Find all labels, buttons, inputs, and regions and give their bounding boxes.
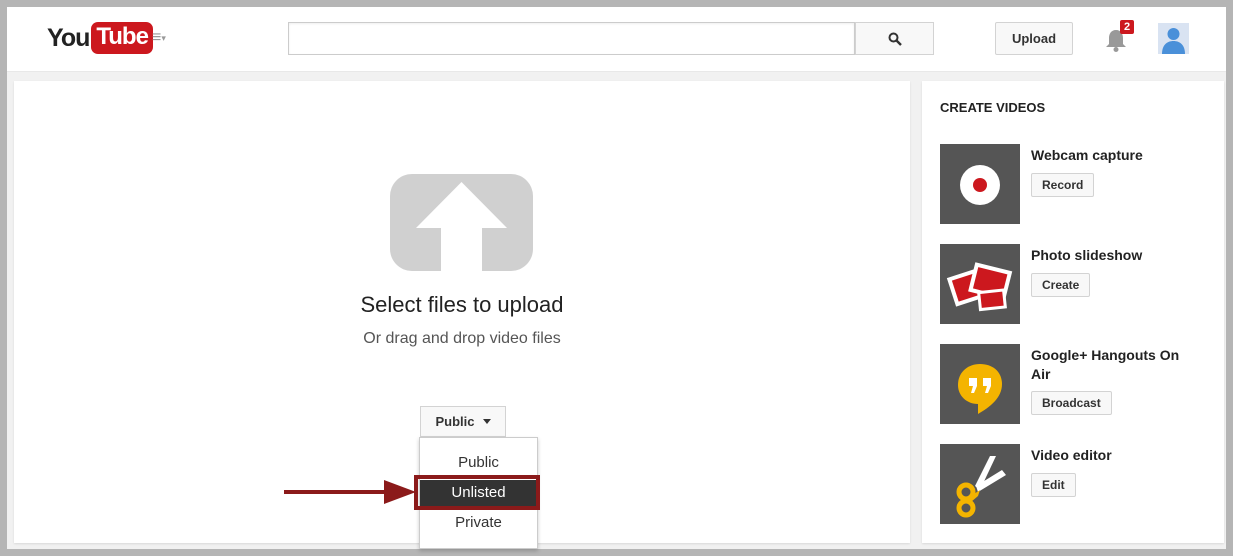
upload-arrow-icon[interactable]	[390, 174, 533, 271]
search-button[interactable]	[855, 22, 934, 55]
tool-photo-slideshow: Photo slideshow Create	[940, 244, 1220, 324]
tool-video-editor: Video editor Edit	[940, 444, 1220, 524]
privacy-dropdown[interactable]: Public	[420, 406, 506, 437]
hangouts-icon[interactable]	[940, 344, 1020, 424]
notification-badge: 2	[1120, 20, 1135, 34]
photos-icon[interactable]	[940, 244, 1020, 324]
tool-title: Video editor	[1031, 447, 1112, 463]
upload-title: Select files to upload	[360, 292, 564, 317]
upload-panel: Select files to upload Or drag and drop …	[14, 81, 910, 549]
edit-button[interactable]: Edit	[1031, 473, 1076, 497]
tool-title: Photo slideshow	[1031, 247, 1143, 263]
logo-you-text: You	[47, 23, 90, 52]
broadcast-button[interactable]: Broadcast	[1031, 391, 1112, 415]
user-icon	[1158, 23, 1189, 54]
unlisted-highlight-box	[414, 475, 540, 510]
chevron-down-icon	[482, 419, 491, 424]
privacy-option-private[interactable]: Private	[420, 510, 537, 536]
privacy-selected-label: Public	[435, 414, 475, 429]
tool-webcam-capture: Webcam capture Record	[940, 144, 1220, 224]
record-button[interactable]: Record	[1031, 173, 1095, 197]
tool-title: Webcam capture	[1031, 147, 1143, 163]
logo-tube-text: Tube	[91, 22, 153, 54]
create-videos-sidebar: CREATE VIDEOS Webcam capture Record Phot…	[922, 81, 1224, 543]
pointer-arrow-icon	[284, 480, 416, 504]
tool-hangouts-on-air: Google+ Hangouts On Air Broadcast	[940, 344, 1220, 424]
youtube-logo[interactable]: You Tube	[47, 21, 153, 55]
search-input[interactable]	[288, 22, 855, 55]
search-icon	[888, 32, 902, 46]
scissors-icon[interactable]	[940, 444, 1020, 524]
upload-subtitle: Or drag and drop video files	[363, 330, 561, 347]
upload-button[interactable]: Upload	[995, 22, 1073, 55]
masthead: You Tube ≡▾ Upload 2	[7, 7, 1226, 72]
create-button[interactable]: Create	[1031, 273, 1091, 297]
avatar[interactable]	[1158, 23, 1189, 54]
tool-title: Google+ Hangouts On Air	[1031, 347, 1180, 382]
sidebar-title: CREATE VIDEOS	[940, 100, 1046, 115]
record-icon[interactable]	[940, 144, 1020, 224]
guide-menu-icon[interactable]: ≡▾	[152, 30, 178, 47]
privacy-option-public[interactable]: Public	[420, 450, 537, 476]
